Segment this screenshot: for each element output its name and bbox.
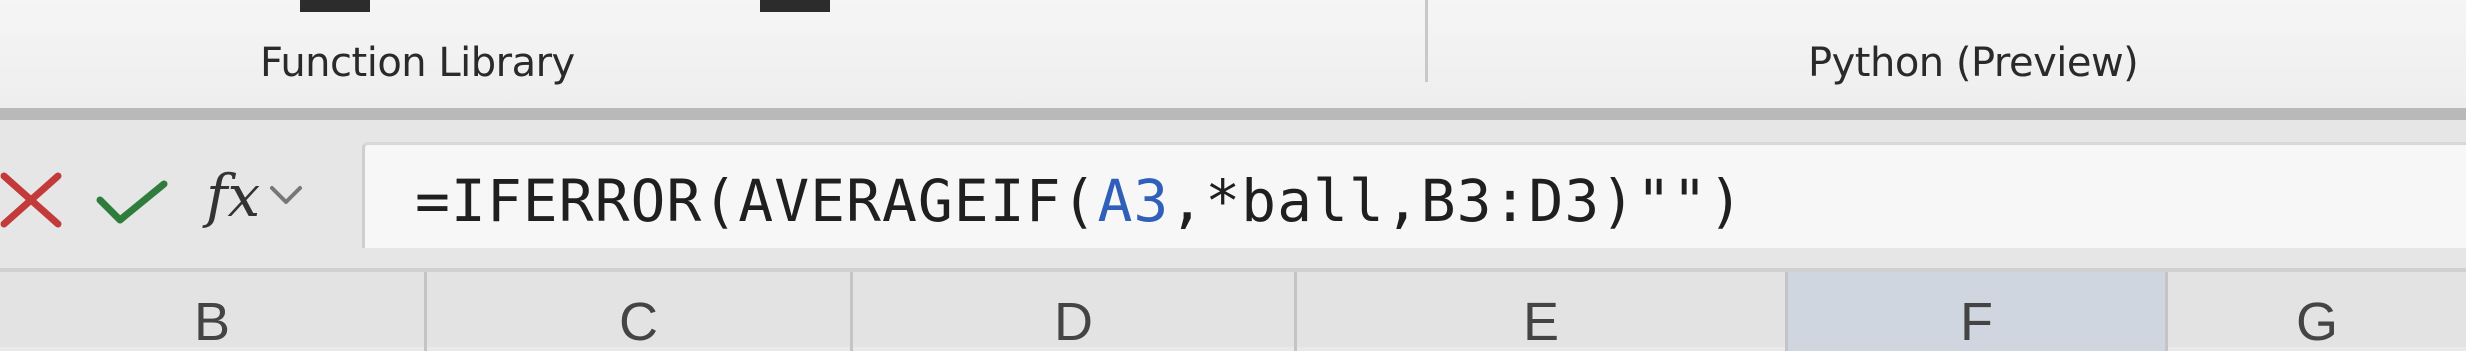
ribbon-control-edge	[760, 0, 830, 12]
column-header-g[interactable]: G	[2168, 272, 2466, 351]
group-label-python-preview: Python (Preview)	[1808, 40, 2139, 86]
column-headers: B C D E F G	[0, 268, 2466, 351]
fx-icon: fx	[206, 162, 261, 230]
checkmark-icon	[96, 180, 168, 224]
group-label-function-library: Function Library	[260, 40, 575, 86]
group-separator	[1425, 0, 1428, 82]
cancel-button[interactable]	[0, 172, 66, 228]
enter-button[interactable]	[96, 180, 168, 226]
ribbon-border	[0, 108, 2466, 120]
insert-function-button[interactable]: fx	[206, 162, 304, 230]
close-icon	[0, 172, 62, 228]
column-header-c[interactable]: C	[427, 272, 850, 351]
column-header-e[interactable]: E	[1297, 272, 1785, 351]
formula-text: =IFERROR(AVERAGEIF(A3,*ball,B3:D3)"")	[415, 167, 1744, 235]
column-header-b[interactable]: B	[0, 272, 424, 351]
column-header-f[interactable]: F	[1788, 272, 2165, 351]
formula-arguments-text: ,*ball,B3:D3)"")	[1169, 167, 1745, 235]
formula-cell-reference: A3	[1097, 167, 1170, 235]
ribbon-control-edge	[300, 0, 370, 12]
ribbon: Function Library Python (Preview)	[0, 0, 2466, 108]
column-header-d[interactable]: D	[853, 272, 1294, 351]
formula-function-text: =IFERROR(AVERAGEIF(	[415, 167, 1098, 235]
chevron-down-icon	[270, 186, 303, 204]
formula-input[interactable]: =IFERROR(AVERAGEIF(A3,*ball,B3:D3)"")	[362, 142, 2466, 248]
